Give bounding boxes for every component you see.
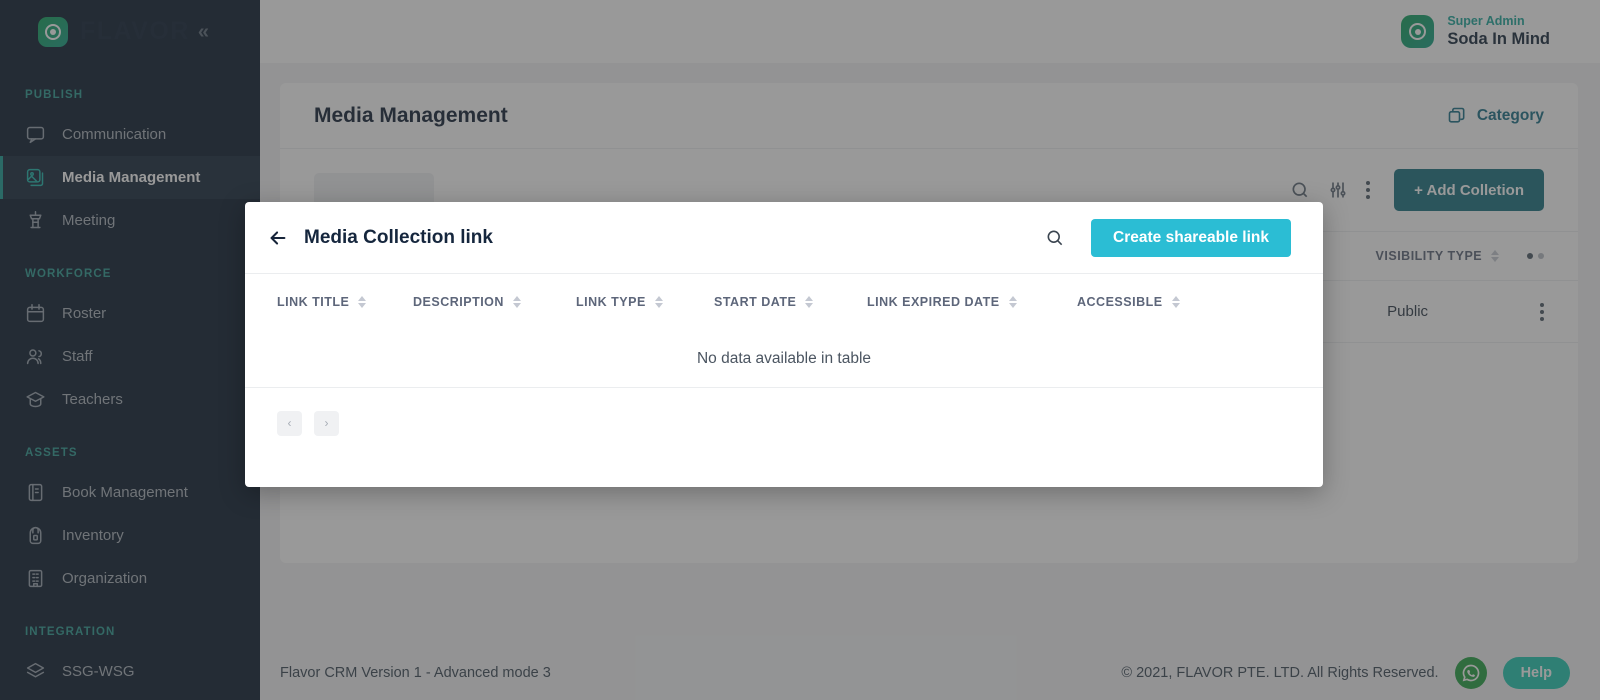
column-header-link-expired-date[interactable]: LINK EXPIRED DATE bbox=[867, 295, 1077, 309]
search-icon[interactable] bbox=[1045, 228, 1065, 248]
column-header-link-title[interactable]: LINK TITLE bbox=[277, 295, 413, 309]
modal-header: Media Collection link Create shareable l… bbox=[245, 202, 1323, 274]
modal-table-header-row: LINK TITLE DESCRIPTION LINK TYPE START D… bbox=[245, 274, 1323, 330]
media-collection-link-modal: Media Collection link Create shareable l… bbox=[245, 202, 1323, 487]
column-header-start-date[interactable]: START DATE bbox=[714, 295, 867, 309]
column-header-link-type[interactable]: LINK TYPE bbox=[576, 295, 714, 309]
empty-state-message: No data available in table bbox=[245, 330, 1323, 388]
app-root: FLAVOR « PUBLISHCommunicationMedia Manag… bbox=[0, 0, 1600, 700]
column-header-description[interactable]: DESCRIPTION bbox=[413, 295, 576, 309]
column-header-accessible[interactable]: ACCESSIBLE bbox=[1077, 295, 1217, 309]
sort-icon bbox=[1008, 296, 1017, 308]
create-shareable-link-button[interactable]: Create shareable link bbox=[1091, 218, 1291, 257]
sort-icon bbox=[654, 296, 663, 308]
sort-icon bbox=[512, 296, 521, 308]
pagination-prev-button[interactable]: ‹ bbox=[277, 410, 302, 436]
sort-icon bbox=[1171, 296, 1180, 308]
pagination: ‹ › bbox=[245, 388, 1323, 458]
arrow-left-icon[interactable] bbox=[267, 227, 289, 249]
sort-icon bbox=[358, 296, 367, 308]
pagination-next-button[interactable]: › bbox=[314, 410, 339, 436]
sort-icon bbox=[805, 296, 814, 308]
modal-title: Media Collection link bbox=[304, 226, 493, 248]
